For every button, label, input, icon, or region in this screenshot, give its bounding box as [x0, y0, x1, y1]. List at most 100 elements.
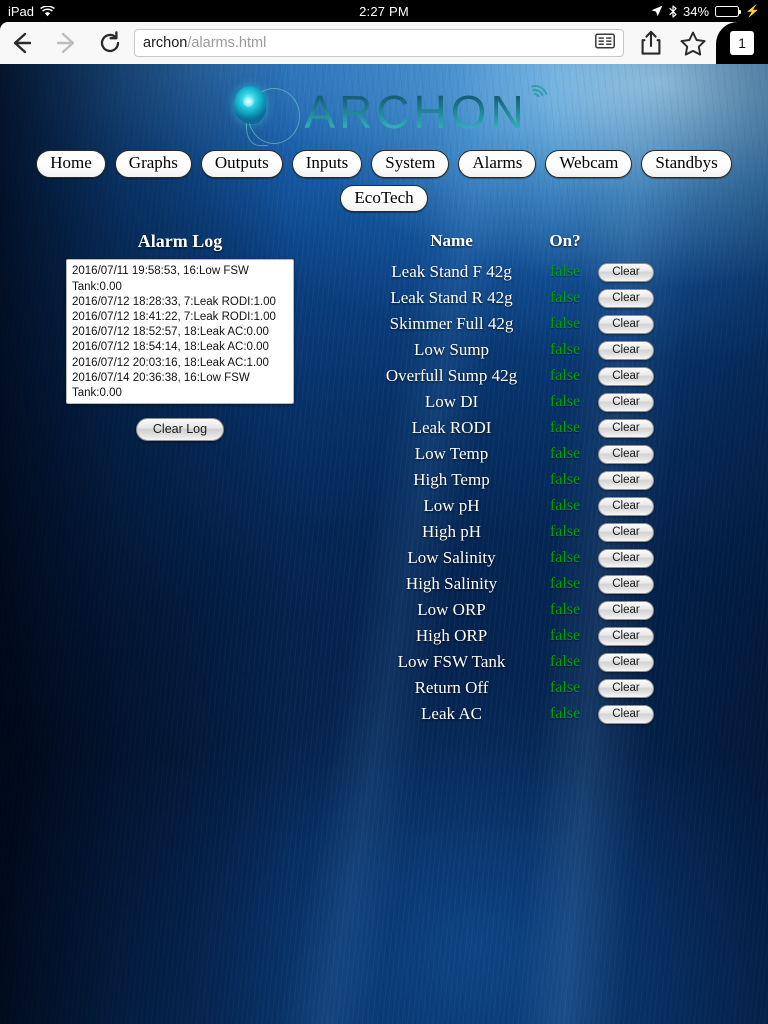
table-row: Skimmer Full 42gfalseClear: [364, 311, 661, 337]
back-arrow-icon: [9, 30, 35, 56]
bookmark-button[interactable]: [672, 22, 714, 64]
archon-web-page: ARCHON Home Graphs Outputs Inputs System…: [0, 64, 768, 1024]
clear-alarm-button[interactable]: Clear: [598, 419, 653, 438]
alarm-action-cell: Clear: [591, 675, 661, 701]
clear-alarm-button[interactable]: Clear: [598, 627, 653, 646]
clear-log-button[interactable]: Clear Log: [136, 418, 224, 441]
reload-icon: [98, 31, 122, 55]
alarm-action-cell: Clear: [591, 623, 661, 649]
alarm-name-cell: High pH: [364, 519, 539, 545]
alarm-action-cell: Clear: [591, 415, 661, 441]
column-header-action: [591, 231, 661, 259]
nav-item-system[interactable]: System: [371, 150, 449, 178]
column-header-name: Name: [364, 231, 539, 259]
clear-alarm-button[interactable]: Clear: [598, 341, 653, 360]
table-row: Low ORPfalseClear: [364, 597, 661, 623]
table-row: Return Offfalse Clear: [364, 675, 661, 701]
tab-count-label: 1: [730, 31, 754, 55]
clear-alarm-button[interactable]: Clear: [598, 523, 653, 542]
alarm-name-cell: Leak Stand R 42g: [364, 285, 539, 311]
alarm-log-textarea[interactable]: 2016/07/11 19:58:53, 16:Low FSW Tank:0.0…: [66, 259, 294, 404]
alarm-name-cell: Low FSW Tank: [364, 649, 539, 675]
alarm-state-cell: false: [539, 545, 591, 571]
forward-button[interactable]: [44, 22, 88, 64]
alarm-action-cell: Clear: [591, 337, 661, 363]
lightning-bolt-icon: ⚡: [745, 5, 760, 17]
tabs-button[interactable]: 1: [716, 22, 768, 64]
device-name-label: iPad: [8, 4, 34, 19]
status-bar-right: 34% ⚡: [568, 4, 768, 19]
alarm-state-cell: false: [539, 623, 591, 649]
status-bar-left: iPad: [0, 4, 200, 19]
alarm-state-cell: false: [539, 675, 591, 701]
battery-icon: [715, 6, 739, 17]
table-row: Low Salinityfalse Clear: [364, 545, 661, 571]
alarm-action-cell: Clear: [591, 311, 661, 337]
alarm-action-cell: Clear: [591, 441, 661, 467]
clear-alarm-button[interactable]: Clear: [598, 367, 653, 386]
nav-row-secondary: EcoTech: [0, 185, 768, 213]
clear-alarm-button[interactable]: Clear: [598, 393, 653, 412]
clear-alarm-button[interactable]: Clear: [598, 263, 653, 282]
alarm-state-cell: false: [539, 389, 591, 415]
alarm-action-cell: Clear: [591, 545, 661, 571]
alarm-state-cell: false: [539, 285, 591, 311]
url-path-text: /alarms.html: [187, 35, 266, 51]
ipad-safari-screen: iPad 2:27 PM 34%: [0, 0, 768, 1024]
page-content: Alarm Log 2016/07/11 19:58:53, 16:Low FS…: [0, 219, 768, 727]
wifi-icon: [40, 6, 55, 17]
table-row: Leak ACfalseClear: [364, 701, 661, 727]
alarm-log-title: Alarm Log: [138, 231, 223, 252]
alarm-state-cell: false: [539, 415, 591, 441]
clear-alarm-button[interactable]: Clear: [598, 497, 653, 516]
nav-item-home[interactable]: Home: [36, 150, 106, 178]
alarm-name-cell: High Temp: [364, 467, 539, 493]
table-row: Low SumpfalseClear: [364, 337, 661, 363]
nav-item-alarms[interactable]: Alarms: [458, 150, 536, 178]
alarm-action-cell: Clear: [591, 363, 661, 389]
alarm-name-cell: Leak RODI: [364, 415, 539, 441]
nav-item-graphs[interactable]: Graphs: [115, 150, 192, 178]
url-address-bar[interactable]: archon/alarms.html: [134, 29, 624, 57]
nav-item-outputs[interactable]: Outputs: [201, 150, 283, 178]
nav-item-webcam[interactable]: Webcam: [545, 150, 632, 178]
reader-view-icon[interactable]: [595, 34, 615, 53]
url-host-text: archon: [143, 35, 187, 51]
clear-alarm-button[interactable]: Clear: [598, 471, 653, 490]
clear-alarm-button[interactable]: Clear: [598, 549, 653, 568]
share-button[interactable]: [630, 22, 672, 64]
clear-alarm-button[interactable]: Clear: [598, 575, 653, 594]
alarm-action-cell: Clear: [591, 467, 661, 493]
alarm-name-cell: Low pH: [364, 493, 539, 519]
clear-alarm-button[interactable]: Clear: [598, 315, 653, 334]
alarm-name-cell: Low Salinity: [364, 545, 539, 571]
alarm-action-cell: Clear: [591, 285, 661, 311]
alarm-state-cell: false: [539, 259, 591, 285]
clear-alarm-button[interactable]: Clear: [598, 679, 653, 698]
alarm-name-cell: Return Off: [364, 675, 539, 701]
main-navigation: Home Graphs Outputs Inputs System Alarms…: [0, 144, 768, 212]
table-row: High pHfalseClear: [364, 519, 661, 545]
safari-toolbar: archon/alarms.html: [0, 22, 768, 64]
clear-alarm-button[interactable]: Clear: [598, 705, 653, 724]
alarm-table-body: Leak Stand F 42gfalseClearLeak Stand R 4…: [364, 259, 661, 727]
clear-alarm-button[interactable]: Clear: [598, 445, 653, 464]
alarm-state-cell: false: [539, 571, 591, 597]
table-row: High SalinityfalseClear: [364, 571, 661, 597]
clear-alarm-button[interactable]: Clear: [598, 653, 653, 672]
clear-alarm-button[interactable]: Clear: [598, 601, 653, 620]
clear-alarm-button[interactable]: Clear: [598, 289, 653, 308]
battery-percent-label: 34%: [683, 4, 709, 19]
ios-status-bar: iPad 2:27 PM 34%: [0, 0, 768, 22]
archon-droplet-logo-icon: [234, 80, 304, 144]
site-logo-text: ARCHON: [304, 85, 533, 139]
nav-item-ecotech[interactable]: EcoTech: [340, 185, 427, 213]
alarm-state-cell: false: [539, 363, 591, 389]
alarm-state-cell: false: [539, 467, 591, 493]
reload-button[interactable]: [88, 22, 132, 64]
back-button[interactable]: [0, 22, 44, 64]
nav-item-standbys[interactable]: Standbys: [641, 150, 731, 178]
table-row: Leak Stand R 42gfalse Clear: [364, 285, 661, 311]
alarm-action-cell: Clear: [591, 571, 661, 597]
nav-item-inputs[interactable]: Inputs: [292, 150, 363, 178]
